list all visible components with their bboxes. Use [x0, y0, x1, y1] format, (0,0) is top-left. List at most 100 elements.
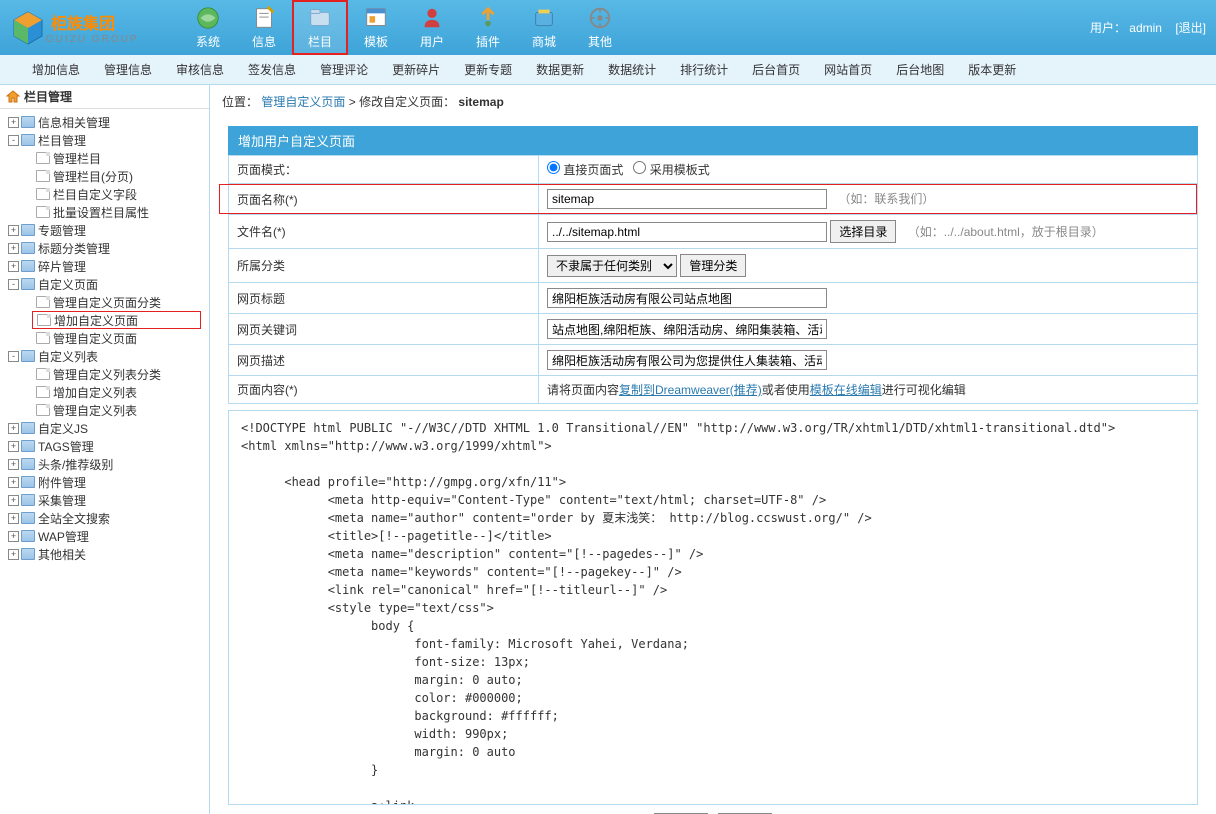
subnav-版本更新[interactable]: 版本更新 [956, 61, 1028, 78]
top-nav-插件[interactable]: 插件 [460, 0, 516, 55]
tree-item-头条/推荐级别[interactable]: +头条/推荐级别 [0, 455, 209, 473]
tree-item-自定义列表[interactable]: -自定义列表 [0, 347, 209, 365]
name-hint: （如：联系我们） [838, 192, 934, 206]
tree-toggle-icon[interactable]: + [8, 441, 19, 452]
subnav-管理评论[interactable]: 管理评论 [308, 61, 380, 78]
tree-toggle-icon[interactable]: - [8, 351, 19, 362]
subnav-签发信息[interactable]: 签发信息 [236, 61, 308, 78]
subnav-更新碎片[interactable]: 更新碎片 [380, 61, 452, 78]
top-nav-模板[interactable]: 模板 [348, 0, 404, 55]
template-editor-link[interactable]: 模板在线编辑 [810, 383, 882, 397]
mode-template[interactable]: 采用模板式 [633, 163, 709, 177]
logout-link[interactable]: [退出] [1175, 21, 1206, 35]
folder-icon [21, 530, 35, 542]
top-nav-信息[interactable]: 信息 [236, 0, 292, 55]
subnav-管理信息[interactable]: 管理信息 [92, 61, 164, 78]
user-name[interactable]: admin [1129, 21, 1162, 35]
file-icon [36, 404, 50, 416]
action-row: 提交 重置 [228, 805, 1198, 814]
tree-toggle-icon[interactable]: + [8, 531, 19, 542]
tree-toggle-icon[interactable]: + [8, 513, 19, 524]
sub-nav: 增加信息管理信息审核信息签发信息管理评论更新碎片更新专题数据更新数据统计排行统计… [0, 55, 1216, 85]
file-hint: （如：../../about.html，放于根目录） [908, 225, 1104, 239]
tree-toggle-icon[interactable]: + [8, 423, 19, 434]
tree-item-TAGS管理[interactable]: +TAGS管理 [0, 437, 209, 455]
sidebar: 栏目管理 +信息相关管理-栏目管理管理栏目管理栏目(分页)栏目自定义字段批量设置… [0, 85, 210, 814]
choose-dir-button[interactable]: 选择目录 [830, 220, 896, 243]
tree-toggle-icon[interactable]: + [8, 549, 19, 560]
tree-item-增加自定义列表[interactable]: 增加自定义列表 [0, 383, 209, 401]
cat-select[interactable]: 不隶属于任何类别 [547, 255, 677, 277]
subnav-后台首页[interactable]: 后台首页 [740, 61, 812, 78]
subnav-排行统计[interactable]: 排行统计 [668, 61, 740, 78]
file-input[interactable] [547, 222, 827, 242]
desc-label: 网页描述 [229, 345, 539, 376]
mode-radio-direct[interactable] [547, 161, 560, 174]
logo-main-text: 柜族集团 [51, 10, 139, 34]
tree-item-自定义JS[interactable]: +自定义JS [0, 419, 209, 437]
webtitle-input[interactable] [547, 288, 827, 308]
tree-item-信息相关管理[interactable]: +信息相关管理 [0, 113, 209, 131]
tree-item-专题管理[interactable]: +专题管理 [0, 221, 209, 239]
tree-toggle-icon[interactable]: + [8, 477, 19, 488]
tree-item-WAP管理[interactable]: +WAP管理 [0, 527, 209, 545]
tree-toggle-icon[interactable]: + [8, 459, 19, 470]
tree-item-栏目管理[interactable]: -栏目管理 [0, 131, 209, 149]
subnav-增加信息[interactable]: 增加信息 [20, 61, 92, 78]
tree-item-自定义页面[interactable]: -自定义页面 [0, 275, 209, 293]
folder-icon [21, 224, 35, 236]
top-nav: 系统信息栏目模板用户插件商城其他 [180, 0, 628, 55]
file-icon [36, 188, 50, 200]
tree-item-增加自定义页面[interactable]: 增加自定义页面 [32, 311, 201, 329]
tree: +信息相关管理-栏目管理管理栏目管理栏目(分页)栏目自定义字段批量设置栏目属性+… [0, 109, 209, 567]
tree-item-全站全文搜索[interactable]: +全站全文搜索 [0, 509, 209, 527]
top-nav-系统[interactable]: 系统 [180, 0, 236, 55]
tree-toggle-icon[interactable]: + [8, 243, 19, 254]
tree-toggle-icon[interactable]: + [8, 261, 19, 272]
tree-toggle-icon[interactable]: + [8, 495, 19, 506]
tree-item-管理自定义页面分类[interactable]: 管理自定义页面分类 [0, 293, 209, 311]
manage-cat-button[interactable]: 管理分类 [680, 254, 746, 277]
name-input[interactable] [547, 189, 827, 209]
mode-radio-template[interactable] [633, 161, 646, 174]
logo: 柜族集团 GUIZU GROUP [10, 0, 180, 55]
tree-item-管理栏目[interactable]: 管理栏目 [0, 149, 209, 167]
tree-item-管理自定义列表[interactable]: 管理自定义列表 [0, 401, 209, 419]
tree-item-碎片管理[interactable]: +碎片管理 [0, 257, 209, 275]
tree-item-栏目自定义字段[interactable]: 栏目自定义字段 [0, 185, 209, 203]
nav-icon-7 [586, 5, 614, 31]
tree-item-管理自定义页面[interactable]: 管理自定义页面 [0, 329, 209, 347]
tree-item-标题分类管理[interactable]: +标题分类管理 [0, 239, 209, 257]
top-nav-其他[interactable]: 其他 [572, 0, 628, 55]
folder-icon [21, 512, 35, 524]
keywords-input[interactable] [547, 319, 827, 339]
subnav-数据统计[interactable]: 数据统计 [596, 61, 668, 78]
mode-direct[interactable]: 直接页面式 [547, 163, 623, 177]
tree-toggle-icon[interactable]: - [8, 279, 19, 290]
breadcrumb-link[interactable]: 管理自定义页面 [261, 95, 345, 109]
tree-item-采集管理[interactable]: +采集管理 [0, 491, 209, 509]
nav-icon-1 [250, 5, 278, 31]
folder-icon [21, 476, 35, 488]
code-textarea[interactable]: <!DOCTYPE html PUBLIC "-//W3C//DTD XHTML… [228, 410, 1198, 805]
tree-item-批量设置栏目属性[interactable]: 批量设置栏目属性 [0, 203, 209, 221]
desc-input[interactable] [547, 350, 827, 370]
top-nav-用户[interactable]: 用户 [404, 0, 460, 55]
tree-toggle-icon[interactable]: + [8, 117, 19, 128]
subnav-网站首页[interactable]: 网站首页 [812, 61, 884, 78]
top-nav-栏目[interactable]: 栏目 [292, 0, 348, 55]
tree-item-管理自定义列表分类[interactable]: 管理自定义列表分类 [0, 365, 209, 383]
tree-item-管理栏目(分页)[interactable]: 管理栏目(分页) [0, 167, 209, 185]
tree-item-其他相关[interactable]: +其他相关 [0, 545, 209, 563]
tree-toggle-icon[interactable]: - [8, 135, 19, 146]
subnav-后台地图[interactable]: 后台地图 [884, 61, 956, 78]
subnav-审核信息[interactable]: 审核信息 [164, 61, 236, 78]
subnav-数据更新[interactable]: 数据更新 [524, 61, 596, 78]
subnav-更新专题[interactable]: 更新专题 [452, 61, 524, 78]
folder-icon [21, 494, 35, 506]
top-nav-商城[interactable]: 商城 [516, 0, 572, 55]
file-icon [36, 206, 50, 218]
tree-toggle-icon[interactable]: + [8, 225, 19, 236]
tree-item-附件管理[interactable]: +附件管理 [0, 473, 209, 491]
copy-dreamweaver-link[interactable]: 复制到Dreamweaver(推荐) [619, 383, 762, 397]
